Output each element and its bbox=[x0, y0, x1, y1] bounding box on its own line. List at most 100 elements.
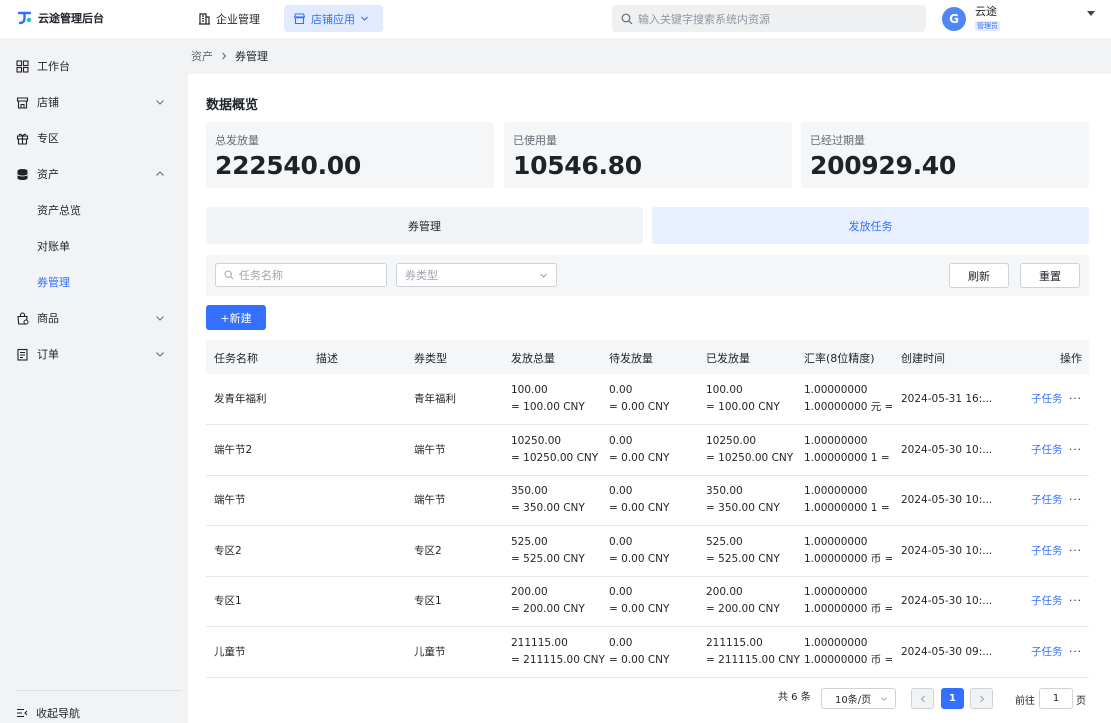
page-size-select[interactable]: 10条/页 bbox=[821, 688, 896, 709]
nav-enterprise-label: 企业管理 bbox=[216, 12, 260, 26]
column-header: 创建时间 bbox=[901, 352, 945, 365]
exchange-rate-cell: 1.00000000 bbox=[804, 586, 868, 598]
global-search-input[interactable]: 输入关键字搜索系统内资源 bbox=[612, 5, 926, 32]
sidebar-item-assets-overview[interactable]: 资产总览 bbox=[0, 192, 188, 228]
coupon-type-cell: 专区1 bbox=[414, 595, 442, 607]
chevron-down-icon bbox=[156, 316, 164, 321]
collapse-menu-icon bbox=[17, 708, 28, 718]
exchange-rate-detail-cell: 1.00000000 1 = 1 ( bbox=[804, 502, 892, 514]
subtask-link[interactable]: 子任务 bbox=[1031, 593, 1071, 610]
exchange-rate-cell: 1.00000000 bbox=[804, 637, 868, 649]
more-actions-icon[interactable]: ··· bbox=[1069, 492, 1082, 509]
exchange-rate-detail-cell: 1.00000000 1 = 1 ( bbox=[804, 452, 892, 464]
more-actions-icon[interactable]: ··· bbox=[1069, 644, 1082, 661]
sidebar-item-label: 资产总览 bbox=[37, 204, 81, 217]
issued-amount-cell: 350.00 bbox=[706, 485, 743, 497]
task-name-search-input[interactable]: 任务名称 bbox=[215, 263, 387, 287]
task-name-cell: 专区2 bbox=[214, 545, 242, 557]
sidebar-item-assets[interactable]: 资产 bbox=[0, 156, 188, 192]
total-amount-cell: 200.00 bbox=[511, 586, 548, 598]
coupon-type-cell: 儿童节 bbox=[414, 646, 446, 658]
more-actions-icon[interactable]: ··· bbox=[1069, 442, 1082, 459]
search-placeholder: 输入关键字搜索系统内资源 bbox=[638, 12, 770, 26]
nav-store-app[interactable]: 店铺应用 bbox=[284, 5, 383, 32]
column-header: 任务名称 bbox=[214, 352, 258, 365]
task-name-cell: 儿童节 bbox=[214, 646, 246, 658]
app-logo[interactable]: 云途管理后台 bbox=[16, 9, 104, 26]
subtask-link[interactable]: 子任务 bbox=[1031, 492, 1071, 509]
chevron-down-icon bbox=[540, 273, 547, 278]
pending-amount-cny-cell: = 0.00 CNY bbox=[609, 452, 670, 464]
total-amount-cell: 525.00 bbox=[511, 536, 548, 548]
tab-label: 发放任务 bbox=[848, 219, 893, 233]
grid-icon bbox=[16, 59, 29, 73]
subtask-link[interactable]: 子任务 bbox=[1031, 644, 1071, 661]
stat-label: 总发放量 bbox=[215, 134, 259, 147]
total-amount-cell: 211115.00 bbox=[511, 637, 568, 649]
subtask-link[interactable]: 子任务 bbox=[1031, 391, 1071, 408]
chevron-down-icon bbox=[156, 352, 164, 357]
reset-button[interactable]: 重置 bbox=[1020, 263, 1080, 288]
collapse-nav-button[interactable]: 收起导航 bbox=[16, 690, 182, 721]
user-dropdown-caret-icon[interactable] bbox=[1087, 11, 1095, 16]
user-menu[interactable]: G 云途 管理员 bbox=[942, 6, 1000, 31]
issued-amount-cny-cell: = 200.00 CNY bbox=[706, 603, 780, 615]
created-time-cell: 2024-05-31 16:... bbox=[901, 393, 993, 405]
sidebar-item-label: 资产 bbox=[37, 168, 59, 181]
column-header: 已发放量 bbox=[706, 352, 750, 365]
logo-icon bbox=[17, 11, 32, 25]
sidebar-item-coupon-management[interactable]: 券管理 bbox=[0, 264, 188, 300]
tab-label: 券管理 bbox=[408, 219, 441, 233]
store-icon bbox=[293, 13, 306, 25]
more-actions-icon[interactable]: ··· bbox=[1069, 593, 1082, 610]
subtask-link[interactable]: 子任务 bbox=[1031, 543, 1071, 560]
more-actions-icon[interactable]: ··· bbox=[1069, 391, 1082, 408]
goto-page-input[interactable]: 1 bbox=[1039, 688, 1073, 709]
sidebar-item-label: 订单 bbox=[37, 348, 59, 361]
created-time-cell: 2024-05-30 10:... bbox=[901, 545, 993, 557]
sidebar-item-zone[interactable]: 专区 bbox=[0, 120, 188, 156]
sidebar-item-label: 对账单 bbox=[37, 240, 70, 253]
user-role-badge: 管理员 bbox=[975, 21, 1000, 31]
coupon-type-select[interactable]: 券类型 bbox=[396, 263, 557, 287]
sidebar-item-orders[interactable]: 订单 bbox=[0, 336, 188, 372]
issued-amount-cell: 525.00 bbox=[706, 536, 743, 548]
sidebar-item-store[interactable]: 店铺 bbox=[0, 84, 188, 120]
prev-page-button[interactable] bbox=[911, 688, 934, 709]
issued-amount-cell: 200.00 bbox=[706, 586, 743, 598]
task-name-placeholder: 任务名称 bbox=[239, 269, 283, 282]
chevron-down-icon bbox=[156, 100, 164, 105]
chevron-down-icon bbox=[361, 16, 368, 21]
pending-amount-cny-cell: = 0.00 CNY bbox=[609, 654, 670, 666]
pending-amount-cell: 0.00 bbox=[609, 586, 633, 598]
issued-amount-cny-cell: = 350.00 CNY bbox=[706, 502, 780, 514]
coupon-type-cell: 端午节 bbox=[414, 494, 446, 506]
nav-enterprise[interactable]: 企业管理 bbox=[189, 5, 269, 32]
sidebar-item-workbench[interactable]: 工作台 bbox=[0, 48, 188, 84]
issued-amount-cell: 100.00 bbox=[706, 384, 743, 396]
tab-coupon-management[interactable]: 券管理 bbox=[206, 207, 643, 244]
table-row: 端午节 端午节 350.00 = 350.00 CNY 0.00 = 0.00 CNY 35… bbox=[206, 475, 1089, 526]
tab-issue-tasks[interactable]: 发放任务 bbox=[652, 207, 1089, 244]
new-task-button[interactable]: +新建 bbox=[206, 305, 266, 330]
total-amount-cny-cell: = 211115.00 CNY bbox=[511, 654, 605, 666]
task-name-cell: 端午节2 bbox=[214, 444, 253, 456]
refresh-button[interactable]: 刷新 bbox=[949, 263, 1009, 288]
column-header: 待发放量 bbox=[609, 352, 653, 365]
next-page-button[interactable] bbox=[970, 688, 993, 709]
sidebar-item-label: 工作台 bbox=[37, 60, 70, 73]
sidebar-item-label: 券管理 bbox=[37, 276, 70, 289]
sidebar-item-statements[interactable]: 对账单 bbox=[0, 228, 188, 264]
total-amount-cny-cell: = 200.00 CNY bbox=[511, 603, 585, 615]
page-button-current[interactable]: 1 bbox=[941, 688, 964, 709]
subtask-link[interactable]: 子任务 bbox=[1031, 442, 1071, 459]
column-header: 描述 bbox=[316, 352, 338, 365]
total-amount-cell: 350.00 bbox=[511, 485, 548, 497]
sidebar-item-products[interactable]: 商品 bbox=[0, 300, 188, 336]
column-header: 操作 bbox=[1060, 352, 1082, 365]
more-actions-icon[interactable]: ··· bbox=[1069, 543, 1082, 560]
task-name-cell: 发青年福利 bbox=[214, 393, 267, 405]
total-amount-cell: 100.00 bbox=[511, 384, 548, 396]
goto-suffix: 页 bbox=[1076, 696, 1086, 707]
breadcrumb-parent[interactable]: 资产 bbox=[191, 48, 213, 64]
